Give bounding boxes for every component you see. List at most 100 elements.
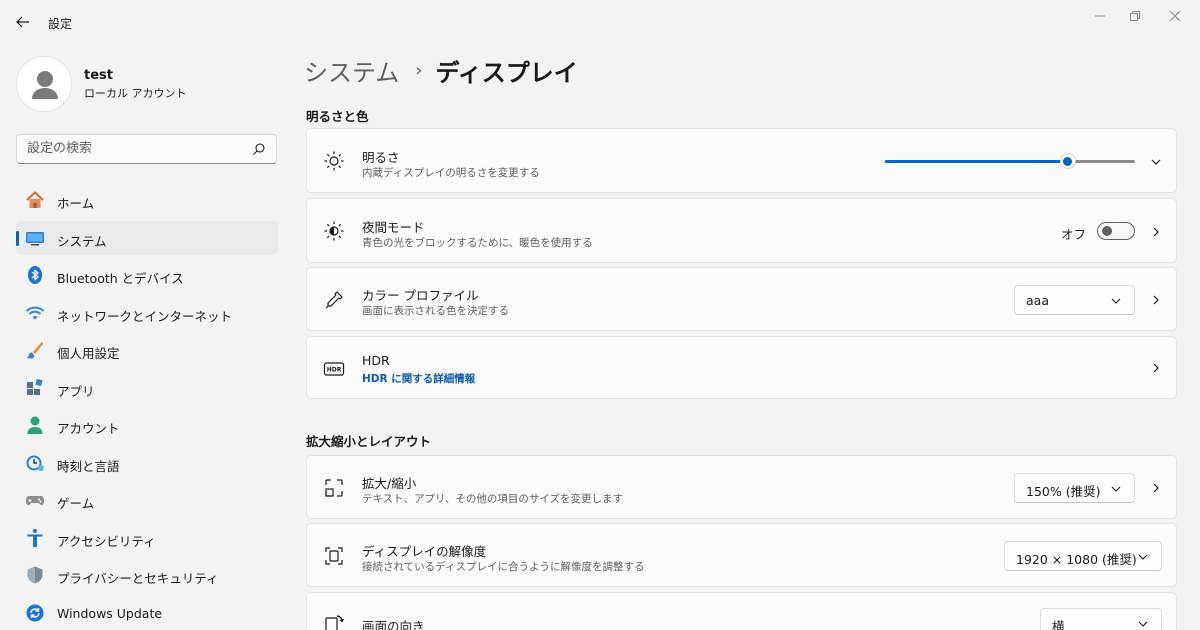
toggle-knob [1102,226,1112,236]
search-input[interactable] [27,141,247,156]
orientation-dropdown[interactable]: 横 [1040,608,1162,630]
sidebar-item-personalization[interactable]: 個人用設定 [16,333,278,367]
chevron-down-icon[interactable] [1150,156,1162,168]
chevron-right-icon[interactable] [1150,362,1162,374]
page-title: ディスプレイ [435,58,578,87]
orientation-card[interactable]: 画面の向き 横 [306,592,1177,630]
minimize-icon [1095,15,1105,17]
search-icon [253,143,265,155]
slider-thumb[interactable] [1059,153,1076,169]
orientation-title: 画面の向き [362,619,425,630]
sidebar-item-system[interactable]: システム [16,220,278,255]
orientation-icon [325,615,345,630]
dropdown-value: 150% (推奨) [1026,484,1101,499]
chevron-down-icon [1111,486,1121,492]
resolution-title: ディスプレイの解像度 [362,544,487,559]
color-profile-card[interactable]: カラー プロファイル 画面に表示される色を決定する aaa [306,267,1177,331]
hdr-info-link[interactable]: HDR に関する詳細情報 [362,371,475,386]
hdr-icon: HDR [323,362,345,376]
resolution-desc: 接続されているディスプレイに合うように解像度を調整する [362,561,645,573]
chevron-down-icon [1138,554,1148,560]
section-title-scale-layout: 拡大縮小とレイアウト [306,434,432,449]
sun-icon [324,151,344,171]
sidebar-item-home[interactable]: ホーム [16,183,278,217]
resolution-icon [325,547,343,565]
dropdown-value: 横 [1052,619,1065,630]
restore-button[interactable] [1115,4,1155,28]
brightness-desc: 内蔵ディスプレイの明るさを変更する [362,167,540,179]
section-title-brightness-color: 明るさと色 [306,109,369,124]
settings-window: 設定 test ローカル アカウント ホーム [0,0,1200,630]
sidebar-item-label: Windows Update [57,605,163,621]
close-button[interactable] [1155,4,1195,28]
bluetooth-icon [28,266,42,284]
brightness-card[interactable]: 明るさ 内蔵ディスプレイの明るさを変更する [306,128,1177,193]
sidebar-item-gaming[interactable]: ゲーム [16,483,278,517]
sidebar-item-time-language[interactable]: 時刻と言語 [16,446,278,480]
brush-icon [27,342,43,359]
hdr-title: HDR [362,353,390,368]
clock-globe-icon [26,455,44,471]
sidebar-item-label: ネットワークとインターネット [57,308,233,324]
night-light-title: 夜間モード [362,220,425,235]
home-icon [26,191,44,208]
night-light-icon [324,221,344,241]
wifi-icon [25,306,45,319]
sidebar-item-network[interactable]: ネットワークとインターネット [16,296,278,330]
close-icon [1170,11,1180,21]
hdr-card[interactable]: HDR HDR HDR に関する詳細情報 [306,336,1177,399]
brightness-slider[interactable] [885,153,1135,169]
sidebar-item-label: システム [57,233,107,249]
chevron-down-icon [1138,621,1148,627]
user-profile[interactable]: test ローカル アカウント [16,54,276,114]
back-button[interactable] [10,10,36,34]
restore-icon [1130,11,1140,21]
chevron-right-icon[interactable] [1150,226,1162,238]
color-profile-desc: 画面に表示される色を決定する [362,305,509,317]
sidebar-item-label: プライバシーとセキュリティ [57,571,219,586]
title-bar: 設定 [0,0,1200,44]
night-light-card[interactable]: 夜間モード 青色の光をブロックするために、暖色を使用する オフ [306,198,1177,263]
scale-desc: テキスト、アプリ、その他の項目のサイズを変更します [362,493,624,505]
scale-icon [325,479,343,497]
sidebar-item-label: 時刻と言語 [57,458,120,474]
sidebar-item-label: アプリ [57,383,95,399]
sidebar-item-bluetooth[interactable]: Bluetooth とデバイス [16,258,278,292]
apps-icon [27,378,43,395]
chevron-right-icon[interactable] [1150,482,1162,494]
dropdown-value: 1920 × 1080 (推奨) [1016,552,1137,567]
sidebar-item-accessibility[interactable]: アクセシビリティ [16,521,278,555]
night-light-state: オフ [1060,227,1086,242]
eyedropper-icon [325,291,343,309]
color-profile-dropdown[interactable]: aaa [1014,285,1135,315]
account-type: ローカル アカウント [84,87,187,100]
sidebar-item-label: アカウント [57,421,120,436]
system-icon [26,231,44,245]
sidebar-item-privacy[interactable]: プライバシーとセキュリティ [16,558,278,592]
sidebar-item-label: ゲーム [57,496,95,511]
night-light-desc: 青色の光をブロックするために、暖色を使用する [362,237,593,249]
update-icon [26,604,44,621]
sidebar-item-windows-update[interactable]: Windows Update [16,596,278,630]
minimize-button[interactable] [1080,4,1120,28]
sidebar-item-label: Bluetooth とデバイス [57,271,184,286]
chevron-down-icon [1111,298,1121,304]
sidebar-item-label: 個人用設定 [57,346,120,361]
chevron-right-icon[interactable] [1150,294,1162,306]
breadcrumb: システム › ディスプレイ [304,52,578,88]
scale-dropdown[interactable]: 150% (推奨) [1014,473,1135,503]
user-name: test [84,68,113,83]
accessibility-icon [27,528,43,547]
scale-card[interactable]: 拡大/縮小 テキスト、アプリ、その他の項目のサイズを変更します 150% (推奨… [306,455,1177,519]
resolution-dropdown[interactable]: 1920 × 1080 (推奨) [1004,541,1162,571]
settings-search[interactable] [16,134,277,164]
sidebar-item-accounts[interactable]: アカウント [16,408,278,442]
night-light-toggle[interactable] [1097,222,1135,240]
breadcrumb-separator: › [415,59,423,81]
resolution-card[interactable]: ディスプレイの解像度 接続されているディスプレイに合うように解像度を調整する 1… [306,523,1177,587]
avatar [16,56,72,112]
person-icon [32,71,58,99]
breadcrumb-parent[interactable]: システム [304,53,399,88]
sidebar-item-label: ホーム [57,196,95,211]
sidebar-item-apps[interactable]: アプリ [16,371,278,405]
